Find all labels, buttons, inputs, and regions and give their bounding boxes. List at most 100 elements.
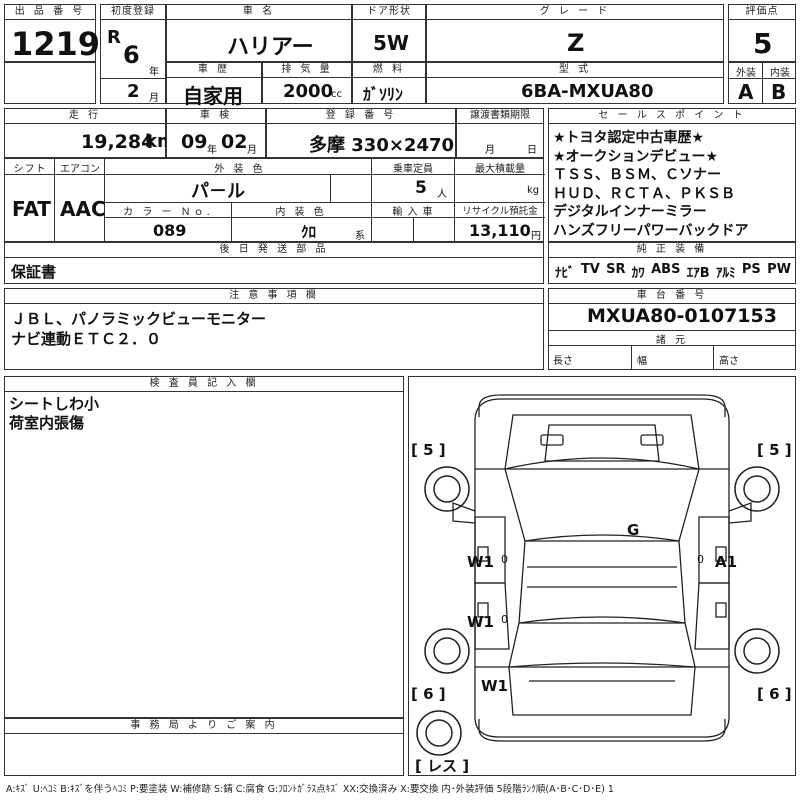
inspector-list: シートしわ小 荷室内張傷 — [9, 395, 99, 433]
ext-grade: A — [738, 80, 754, 104]
exterior-color-label: 外 装 色 — [214, 164, 266, 175]
transfer-month-unit: 月 — [485, 145, 495, 156]
equipment-item: ABS — [651, 262, 681, 277]
score-box: 評価点 5 — [728, 4, 796, 62]
rear-bumper — [478, 719, 726, 742]
plate-box: 登 録 番 号 多摩 330×2470 — [266, 108, 456, 158]
notes-list: ＪＢＬ、パノラミックビューモニター ナビ連動ＥＴＣ２．０ — [11, 309, 266, 349]
shaken-label: 車 検 — [167, 109, 265, 124]
car-name: ハリアー — [227, 35, 314, 60]
roof — [518, 540, 686, 624]
transfer-label: 譲渡書類期限 — [457, 109, 543, 124]
later-parts-value: 保証書 — [11, 263, 57, 281]
length-label: 長さ — [553, 356, 573, 367]
tire-front-right: [ 5 ] — [757, 441, 792, 459]
selling-points-label: セ ー ル ス ポ イ ン ト — [549, 109, 795, 124]
load-unit: kg — [527, 185, 540, 196]
shaken-month-unit: 月 — [247, 145, 257, 156]
int-label: 内装 — [770, 68, 790, 79]
car-name-label: 車 名 — [167, 5, 351, 20]
mileage-label: 走 行 — [5, 109, 165, 124]
mark-left-front-door: W1 — [467, 553, 494, 571]
equipment-item: ｶﾜ — [631, 266, 645, 281]
fuel: ｶﾞｿﾘﾝ — [363, 85, 404, 104]
left-front-door — [474, 516, 506, 584]
shaken-box: 車 検 09 年 02 月 — [166, 108, 266, 158]
notes-box: 注 意 事 項 欄 ＪＢＬ、パノラミックビューモニター ナビ連動ＥＴＣ２．０ — [4, 288, 544, 370]
car-name-box: 車 名 ハリアー — [166, 4, 352, 62]
body-outline — [474, 398, 730, 738]
load-label: 最大積載量 — [475, 164, 525, 175]
door-type: 5W — [373, 31, 409, 55]
interior-color: ｸﾛ — [301, 223, 317, 241]
right-rear-door — [694, 582, 730, 650]
equipment-item: ﾅﾋﾞ — [555, 266, 575, 281]
door-box: ドア形状 5W — [352, 4, 426, 62]
transfer-box: 譲渡書類期限 月 日 — [456, 108, 544, 158]
zero-left-front: 0 — [501, 553, 508, 566]
fuel-box: 燃 料 ｶﾞｿﾘﾝ — [352, 62, 426, 104]
grade-box: グ レ ー ド Z — [426, 4, 724, 62]
dims-label: 諸 元 — [655, 335, 689, 346]
mark-left-rear-fender: W1 — [481, 677, 508, 695]
year-unit: 年 — [149, 67, 159, 78]
grade-label: グ レ ー ド — [427, 5, 723, 20]
later-parts-box: 後 日 発 送 部 品 保証書 — [4, 242, 544, 284]
model-code: 6BA-MXUA80 — [521, 81, 654, 102]
displacement-label: 排 気 量 — [263, 63, 351, 78]
history-box: 車 歴 自家用 — [166, 62, 262, 108]
ext-label: 外装 — [736, 68, 756, 79]
exterior-color: パ－ル — [191, 181, 245, 202]
first-registration-box: 初度登録 R 6 年 2 月 — [100, 4, 166, 104]
inspector-box: 検 査 員 記 入 欄 シートしわ小 荷室内張傷 — [4, 376, 404, 718]
chassis-number: MXUA80-0107153 — [587, 305, 777, 327]
equipment-item: PW — [767, 262, 791, 277]
zero-right-front: 0 — [697, 553, 704, 566]
recycle-fee: 13,110 — [469, 221, 531, 240]
score-label: 評価点 — [729, 5, 795, 20]
lot-blank-box — [4, 62, 96, 104]
equipment-label: 純 正 装 備 — [549, 243, 795, 258]
fuel-label: 燃 料 — [353, 63, 425, 78]
office-label: 事 務 局 よ り ご 案 内 — [5, 719, 403, 734]
selling-point-line: ★トヨタ認定中古車歴★ — [553, 130, 705, 146]
interior-color-unit: 系 — [355, 231, 365, 242]
capacity: 5 — [415, 178, 427, 198]
shaken-year: 09 — [181, 131, 208, 153]
selling-point-line: ★オークションデビュー★ — [553, 148, 719, 165]
model-label: 型 式 — [427, 63, 723, 78]
import-label: 輸 入 車 — [392, 207, 434, 218]
displacement-box: 排 気 量 2000 cc — [262, 62, 352, 104]
history: 自家用 — [183, 84, 243, 108]
selling-point-line: デジタルインナーミラー — [553, 204, 707, 220]
capacity-label: 乗車定員 — [393, 164, 433, 175]
overall-score: 5 — [753, 27, 773, 60]
aircon-label: エアコン — [60, 164, 100, 175]
tire-front-left: [ 5 ] — [411, 441, 446, 459]
month-unit: 月 — [149, 93, 159, 104]
mark-left-rear-door: W1 — [467, 613, 494, 631]
selling-points-list: ★トヨタ認定中古車歴★ ★オークションデビュー★ ＴＳＳ、ＢＳＭ、Ｃソナー ＨＵＤ、Ｒ… — [553, 129, 793, 240]
selling-point-line: ハンズフリーパワーバックドア — [553, 222, 749, 239]
selling-points-box: セ ー ル ス ポ イ ン ト ★トヨタ認定中古車歴★ ★オークションデビュー★ Ｔ… — [548, 108, 796, 242]
legend-text: A:ｷｽﾞ U:ﾍｺﾐ B:ｷｽﾞを伴うﾍｺﾐ P:要塗装 W:補修跡 S:錆 … — [6, 784, 614, 795]
spare-wheel — [416, 710, 462, 756]
aircon: AAC — [60, 197, 106, 221]
notes-label: 注 意 事 項 欄 — [5, 289, 543, 304]
later-parts-label: 後 日 発 送 部 品 — [5, 243, 543, 258]
equipment-list: ﾅﾋﾞ TV SR ｶﾜ ABS ｴｱB ｱﾙﾐ PS PW — [555, 262, 791, 281]
windshield — [504, 457, 700, 542]
reg-month: 2 — [127, 81, 140, 102]
plate-number: 多摩 330×2470 — [309, 135, 455, 156]
width-label: 幅 — [637, 356, 647, 367]
plate-label: 登 録 番 号 — [267, 109, 455, 124]
lot-number-label: 出 品 番 号 — [5, 5, 95, 20]
notes-line: ナビ連動ＥＴＣ２．０ — [11, 330, 162, 348]
reg-year: 6 — [123, 41, 140, 69]
capacity-unit: 人 — [437, 189, 447, 200]
right-mirror — [728, 502, 752, 524]
displacement-unit: cc — [331, 89, 342, 100]
shaken-year-unit: 年 — [207, 145, 217, 156]
recycle-label: リサイクル預託金 — [462, 206, 538, 217]
shaken-month: 02 — [221, 131, 248, 153]
